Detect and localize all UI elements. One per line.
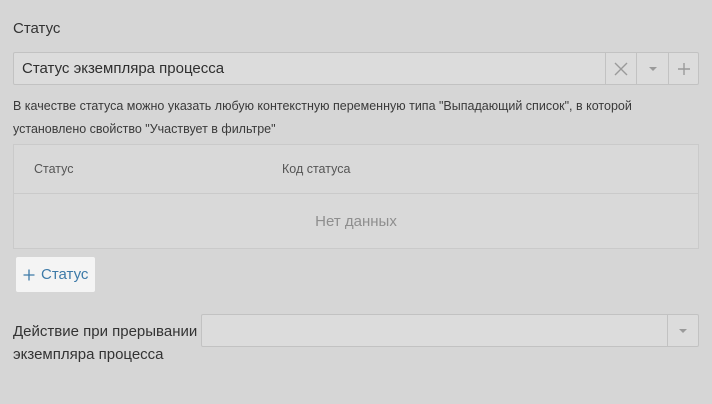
interrupt-action-label: Действие при прерывании экземпляра проце… (13, 323, 198, 363)
interrupt-action-select[interactable] (201, 314, 699, 347)
chevron-down-icon (648, 66, 657, 71)
chevron-down-icon (679, 328, 687, 333)
table-header: Статус Код статуса (14, 145, 698, 194)
status-select-value[interactable]: Статус экземпляра процесса (14, 53, 605, 84)
clear-icon (614, 62, 628, 75)
interrupt-action-dropdown-button[interactable] (667, 315, 698, 346)
add-variable-button[interactable] (668, 53, 698, 84)
table-empty-message: Нет данных (315, 213, 397, 230)
process-settings-panel: Статус Статус экземпляра процесса В каче… (0, 0, 712, 404)
dropdown-toggle-button[interactable] (636, 53, 668, 84)
status-table: Статус Код статуса Нет данных (13, 144, 699, 249)
status-hint-text: В качестве статуса можно указать любую к… (13, 99, 632, 136)
add-status-label: Статус (41, 266, 89, 283)
column-header-status: Статус (34, 162, 74, 176)
status-section-label: Статус (13, 20, 61, 37)
clear-button[interactable] (605, 53, 636, 84)
status-select[interactable]: Статус экземпляра процесса (13, 52, 699, 85)
plus-icon (677, 62, 690, 75)
column-header-status-code: Код статуса (282, 162, 351, 176)
plus-icon (23, 269, 35, 280)
interrupt-action-value[interactable] (202, 315, 667, 346)
add-status-button[interactable]: Статус (16, 257, 95, 292)
